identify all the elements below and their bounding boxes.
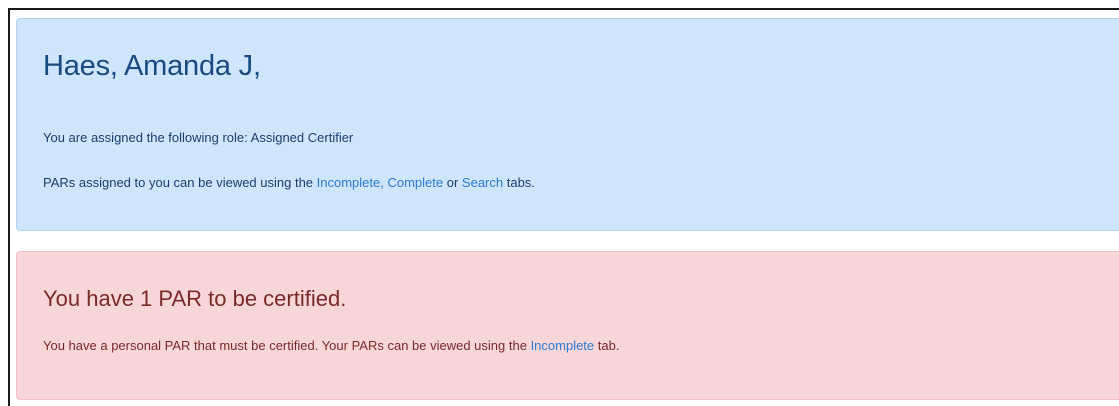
or-text: or bbox=[443, 175, 462, 190]
pars-suffix-text: tabs. bbox=[503, 175, 535, 190]
complete-tab-link[interactable]: Complete bbox=[387, 175, 443, 190]
welcome-panel: Haes, Amanda J, You are assigned the fol… bbox=[16, 18, 1119, 231]
search-tab-link[interactable]: Search bbox=[462, 175, 503, 190]
pars-instructions: PARs assigned to you can be viewed using… bbox=[43, 175, 535, 190]
incomplete-tab-link-alert[interactable]: Incomplete bbox=[531, 338, 595, 353]
message-prefix-text: You have a personal PAR that must be cer… bbox=[43, 338, 531, 353]
user-name-heading: Haes, Amanda J, bbox=[43, 50, 261, 82]
certification-alert: You have 1 PAR to be certified. You have… bbox=[16, 251, 1119, 400]
role-text: You are assigned the following role: Ass… bbox=[43, 130, 354, 145]
page-frame: Haes, Amanda J, You are assigned the fol… bbox=[8, 8, 1119, 406]
certification-alert-message: You have a personal PAR that must be cer… bbox=[43, 338, 619, 353]
message-suffix-text: tab. bbox=[594, 338, 620, 353]
pars-prefix-text: PARs assigned to you can be viewed using… bbox=[43, 175, 317, 190]
certification-alert-title: You have 1 PAR to be certified. bbox=[43, 286, 347, 311]
incomplete-tab-link[interactable]: Incomplete, bbox=[317, 175, 384, 190]
